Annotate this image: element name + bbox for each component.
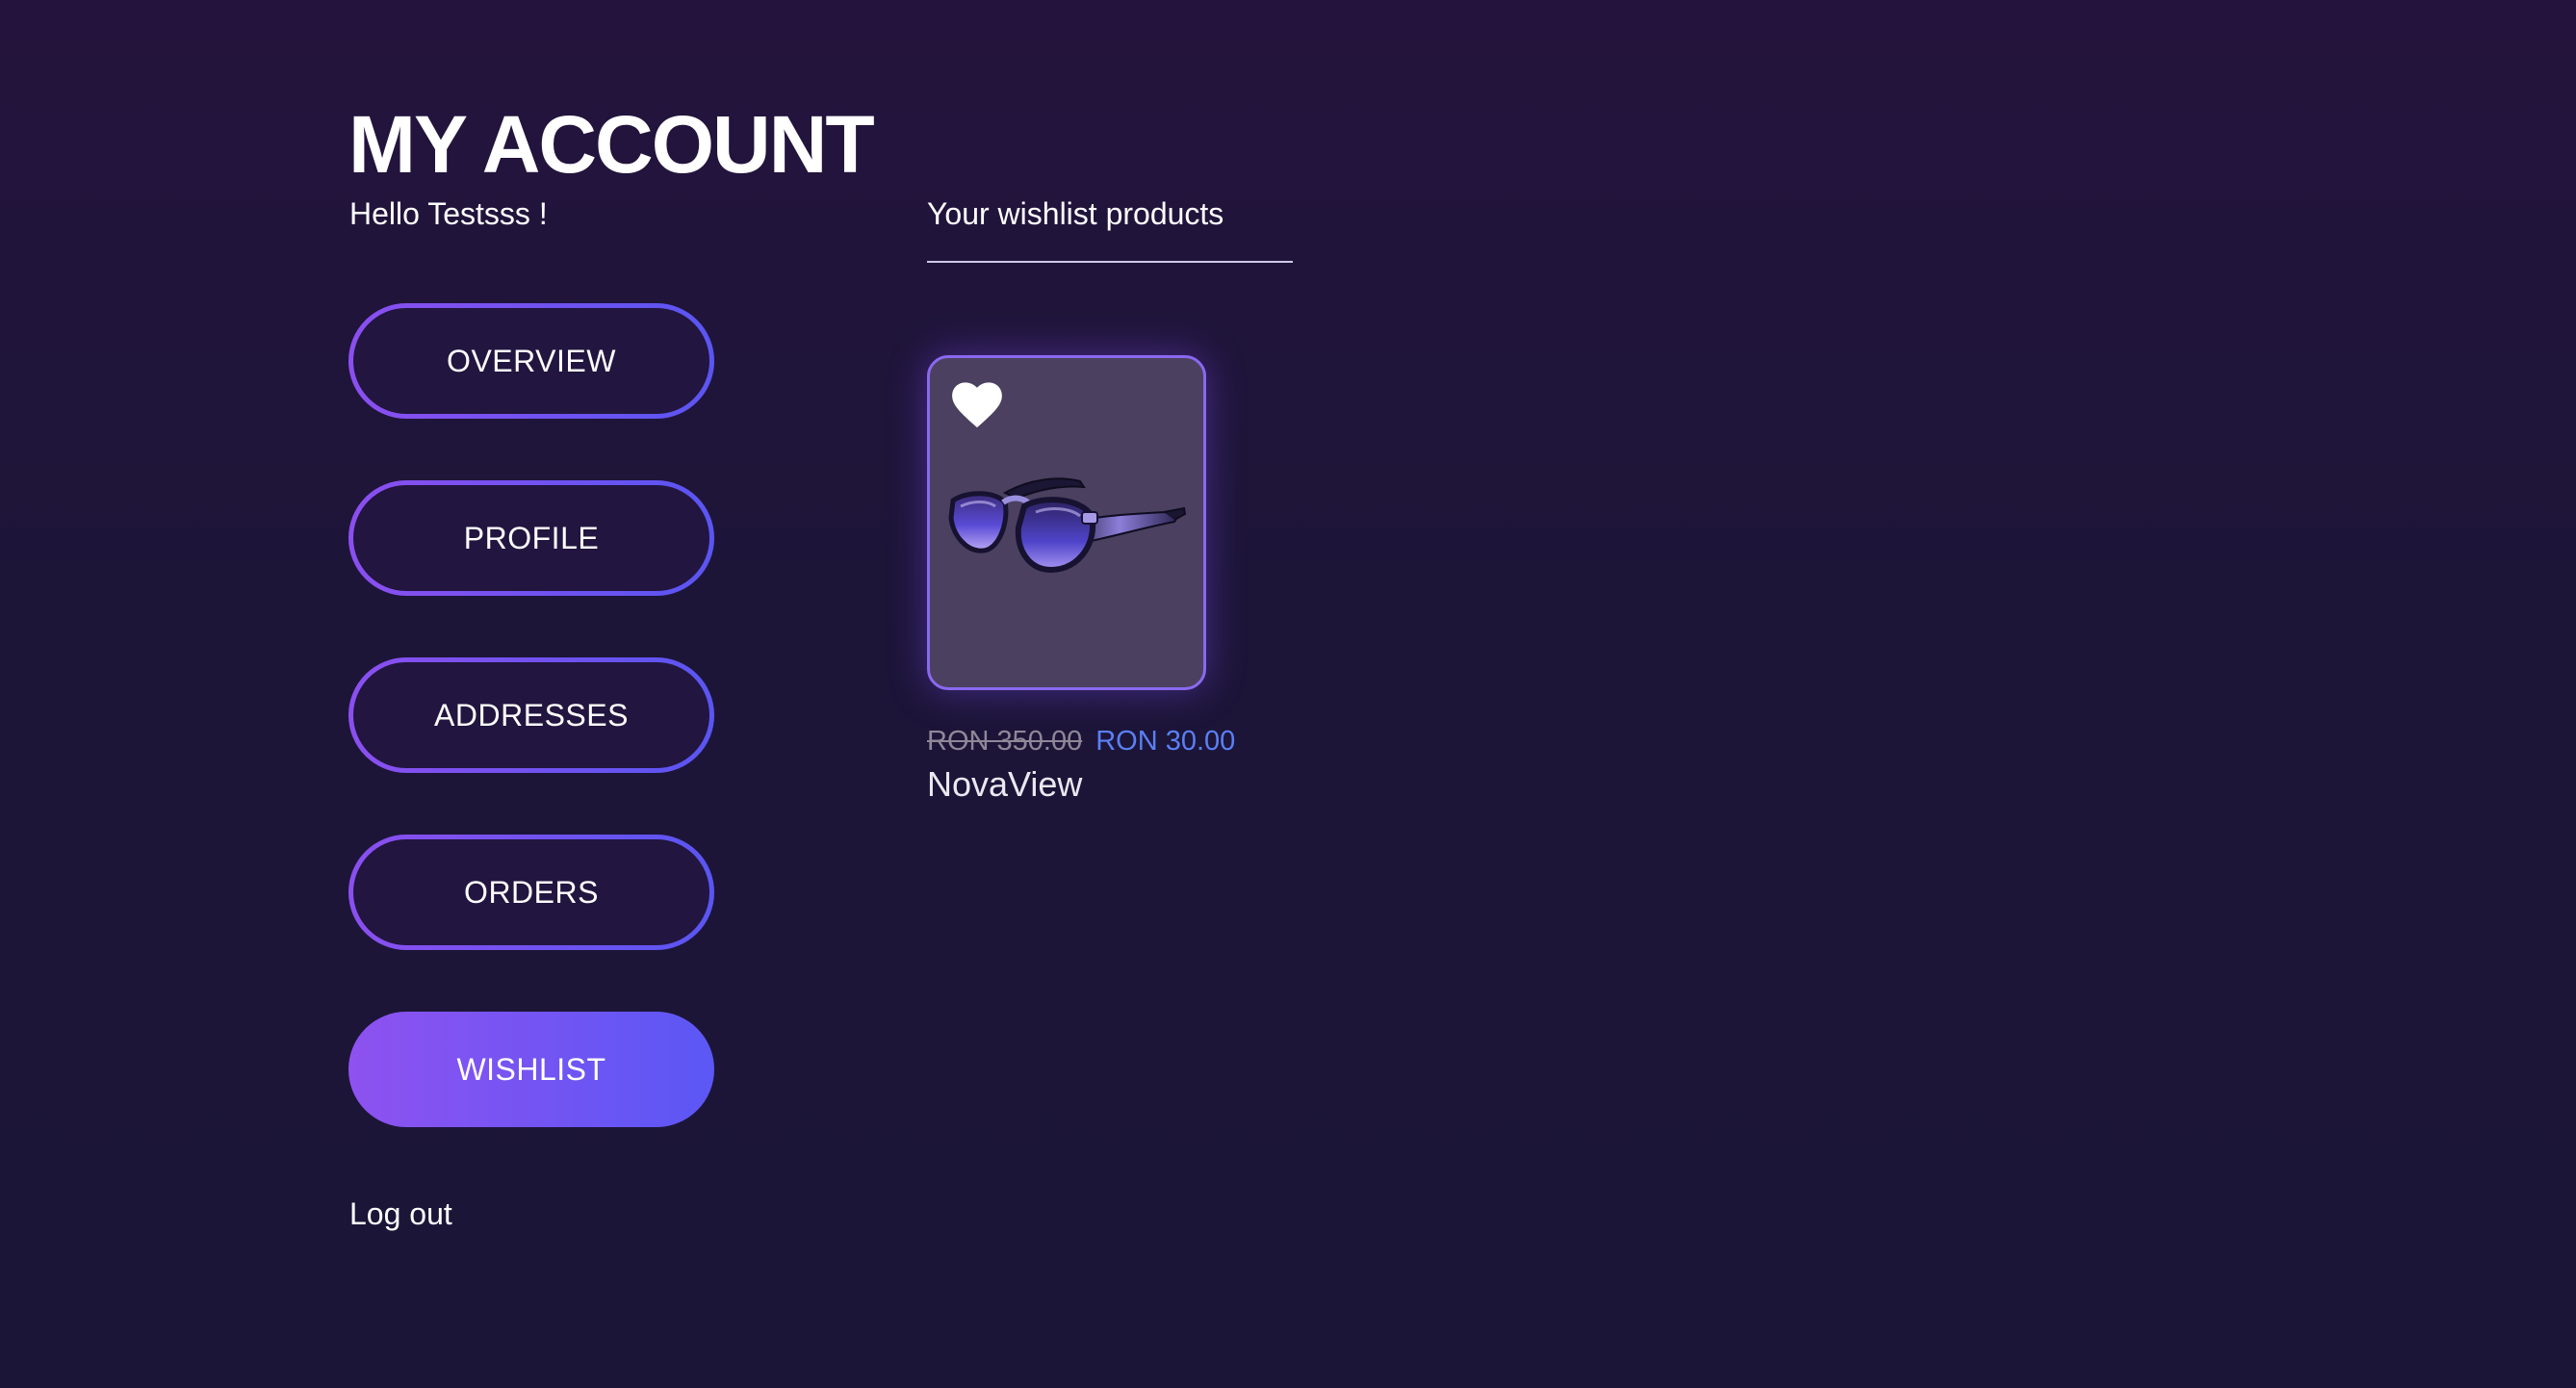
account-nav: OVERVIEW PROFILE ADDRESSES ORDERS WISHLI… bbox=[348, 303, 714, 1189]
nav-profile-label: PROFILE bbox=[463, 520, 600, 555]
nav-orders-button[interactable]: ORDERS bbox=[348, 835, 714, 950]
nav-wishlist-button[interactable]: WISHLIST bbox=[348, 1012, 714, 1127]
logout-link[interactable]: Log out bbox=[349, 1196, 452, 1232]
greeting-text: Hello Testsss ! bbox=[349, 196, 548, 231]
nav-addresses-button[interactable]: ADDRESSES bbox=[348, 657, 714, 773]
old-price: RON 350.00 bbox=[927, 726, 1083, 757]
nav-profile-button[interactable]: PROFILE bbox=[348, 480, 714, 596]
wishlist-section-title: Your wishlist products bbox=[927, 196, 1224, 231]
product-name[interactable]: NovaView bbox=[927, 767, 1082, 802]
nav-wishlist-label: WISHLIST bbox=[456, 1051, 606, 1087]
product-card[interactable] bbox=[927, 355, 1206, 690]
product-prices: RON 350.00 RON 30.00 bbox=[927, 728, 1235, 756]
page-title: MY ACCOUNT bbox=[348, 99, 875, 190]
sunglasses-image bbox=[947, 474, 1188, 599]
section-divider bbox=[927, 261, 1293, 263]
current-price: RON 30.00 bbox=[1095, 726, 1236, 757]
nav-overview-label: OVERVIEW bbox=[447, 343, 616, 378]
nav-overview-button[interactable]: OVERVIEW bbox=[348, 303, 714, 419]
account-page: MY ACCOUNT Hello Testsss ! OVERVIEW PROF… bbox=[0, 0, 2576, 1388]
nav-addresses-label: ADDRESSES bbox=[434, 697, 629, 733]
heart-icon[interactable] bbox=[951, 381, 1003, 429]
nav-orders-label: ORDERS bbox=[464, 874, 599, 910]
